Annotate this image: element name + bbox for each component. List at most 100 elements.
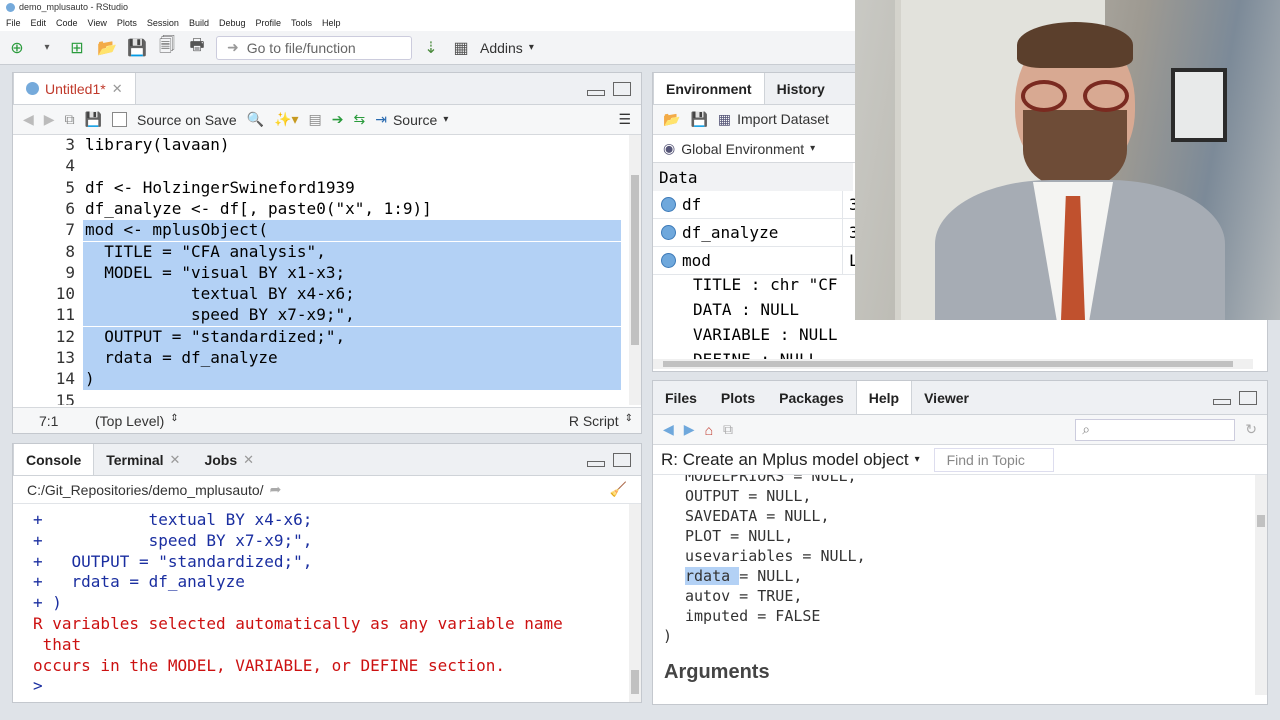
- minimize-icon[interactable]: [1213, 398, 1231, 405]
- help-window-controls: [1213, 381, 1267, 414]
- source-button[interactable]: ⇥ Source ▾: [375, 111, 448, 128]
- addins-label: Addins: [480, 39, 523, 56]
- expand-arrow-icon[interactable]: [661, 225, 676, 240]
- new-file-icon[interactable]: ⊕: [6, 36, 28, 60]
- search-icon[interactable]: 🔍: [247, 111, 264, 128]
- line-number: 14: [55, 369, 75, 389]
- save-workspace-icon[interactable]: 💾: [690, 111, 707, 128]
- close-icon[interactable]: ✕: [170, 452, 181, 468]
- env-h-scrollbar[interactable]: [653, 359, 1253, 369]
- editor-scrollbar[interactable]: [629, 135, 641, 405]
- tab-files-label: Files: [665, 389, 697, 406]
- close-icon[interactable]: ✕: [112, 81, 123, 97]
- maximize-icon[interactable]: [613, 452, 631, 467]
- save-icon[interactable]: 💾: [85, 111, 102, 128]
- console-tab-strip: Console Terminal ✕ Jobs ✕: [13, 444, 641, 476]
- refresh-icon[interactable]: ↻: [1245, 421, 1267, 438]
- menu-code[interactable]: Code: [56, 18, 78, 28]
- menu-tools[interactable]: Tools: [291, 18, 312, 28]
- forward-arrow-icon[interactable]: ▶: [44, 111, 55, 128]
- env-scope-selector[interactable]: ◉ Global Environment ▾: [663, 140, 815, 157]
- collapse-arrow-icon[interactable]: [661, 253, 676, 268]
- show-in-window-icon[interactable]: ⧉: [723, 421, 733, 438]
- import-dataset-button[interactable]: ▦ Import Dataset: [718, 111, 829, 128]
- tab-viewer[interactable]: Viewer: [912, 381, 981, 414]
- print-icon[interactable]: 🖶: [186, 36, 208, 60]
- help-search-input[interactable]: ⌕: [1075, 418, 1236, 441]
- open-folder-icon[interactable]: 📂: [96, 36, 118, 60]
- addins-menu[interactable]: Addins ▾: [480, 40, 534, 56]
- menu-plots[interactable]: Plots: [117, 18, 137, 28]
- dropdown-arrow-icon[interactable]: ▾: [36, 36, 58, 60]
- menu-edit[interactable]: Edit: [31, 18, 47, 28]
- source-on-save-checkbox[interactable]: [112, 112, 127, 127]
- clear-console-icon[interactable]: 🧹: [610, 481, 641, 498]
- code-line: 7 mod <- mplusObject(: [13, 220, 621, 242]
- glasses-icon: [1021, 80, 1129, 112]
- save-icon[interactable]: 💾: [126, 36, 148, 60]
- maximize-icon[interactable]: [613, 81, 631, 96]
- menu-build[interactable]: Build: [189, 18, 209, 28]
- find-in-topic-input[interactable]: Find in Topic: [933, 447, 1054, 472]
- close-icon[interactable]: ✕: [243, 452, 254, 468]
- menu-view[interactable]: View: [88, 18, 107, 28]
- goto-file-input[interactable]: ➜ Go to file/function: [216, 35, 412, 60]
- vcs-icon[interactable]: ⇣: [420, 36, 442, 60]
- help-code-rest: = NULL,: [739, 567, 803, 585]
- scope-selector[interactable]: (Top Level) ⇕: [95, 413, 179, 429]
- help-v-scrollbar[interactable]: [1255, 475, 1267, 695]
- back-arrow-icon[interactable]: ◀: [663, 421, 674, 438]
- menu-file[interactable]: File: [6, 18, 21, 28]
- code-line: 8 TITLE = "CFA analysis",: [13, 241, 621, 263]
- minimize-icon[interactable]: [587, 460, 605, 467]
- code-line: 10 textual BY x4-x6;: [13, 284, 621, 306]
- console-output[interactable]: + textual BY x4-x6; + speed BY x7-x9;", + …: [13, 504, 641, 702]
- updown-icon: ⇕: [624, 412, 633, 424]
- console-scrollbar[interactable]: [629, 504, 641, 702]
- topic-selector[interactable]: R: Create an Mplus model object ▾: [661, 450, 920, 470]
- show-in-window-icon[interactable]: ⧉: [65, 111, 75, 128]
- tab-packages[interactable]: Packages: [767, 381, 856, 414]
- outline-icon[interactable]: ☰: [618, 111, 641, 128]
- load-workspace-icon[interactable]: 📂: [663, 111, 680, 128]
- maximize-icon[interactable]: [1239, 390, 1257, 405]
- file-type-selector[interactable]: R Script ⇕: [569, 413, 641, 429]
- magic-wand-icon[interactable]: ✨▾: [274, 111, 298, 128]
- tab-terminal[interactable]: Terminal ✕: [94, 444, 192, 475]
- new-project-icon[interactable]: ⊞: [66, 36, 88, 60]
- save-all-icon[interactable]: 🗐: [156, 36, 178, 60]
- tab-history-label: History: [776, 80, 825, 97]
- expand-arrow-icon[interactable]: [661, 197, 676, 212]
- goto-directory-icon[interactable]: ➦: [270, 481, 282, 498]
- window-title: demo_mplusauto - RStudio: [19, 2, 129, 12]
- tab-history[interactable]: History: [765, 73, 837, 104]
- code-editor[interactable]: 3 library(lavaan) 4 5 df <- HolzingerSwinefo…: [13, 135, 641, 405]
- tab-environment[interactable]: Environment: [653, 73, 765, 104]
- forward-arrow-icon[interactable]: ▶: [684, 421, 695, 438]
- grid-layout-icon[interactable]: ▦: [450, 36, 472, 60]
- tab-terminal-label: Terminal: [106, 451, 164, 468]
- code-line: 9 MODEL = "visual BY x1-x3;: [13, 262, 621, 284]
- presenter-hair: [1017, 22, 1133, 68]
- line-number: 5: [65, 177, 75, 197]
- menu-profile[interactable]: Profile: [256, 18, 282, 28]
- menu-debug[interactable]: Debug: [219, 18, 246, 28]
- tab-plots[interactable]: Plots: [709, 381, 767, 414]
- rerun-icon[interactable]: ⇆: [354, 111, 366, 128]
- tab-untitled1[interactable]: Untitled1* ✕: [13, 73, 136, 104]
- env-var-name: df_analyze: [682, 223, 779, 242]
- menu-help[interactable]: Help: [322, 18, 341, 28]
- tab-jobs[interactable]: Jobs ✕: [192, 444, 266, 475]
- minimize-icon[interactable]: [587, 89, 605, 96]
- tab-console[interactable]: Console: [13, 444, 95, 475]
- console-pane: Console Terminal ✕ Jobs ✕ C:/Git_Repositor…: [12, 443, 642, 703]
- tab-help[interactable]: Help: [855, 381, 913, 414]
- tab-files[interactable]: Files: [653, 381, 709, 414]
- help-toolbar: ◀ ▶ ⌂ ⧉ ⌕ ↻: [653, 415, 1267, 445]
- compile-report-icon[interactable]: ▤: [309, 111, 322, 128]
- run-icon[interactable]: ➔: [332, 111, 344, 128]
- help-code-line: usevariables = NULL,: [685, 547, 866, 565]
- home-icon[interactable]: ⌂: [705, 422, 713, 438]
- menu-session[interactable]: Session: [147, 18, 179, 28]
- back-arrow-icon[interactable]: ◀: [23, 111, 34, 128]
